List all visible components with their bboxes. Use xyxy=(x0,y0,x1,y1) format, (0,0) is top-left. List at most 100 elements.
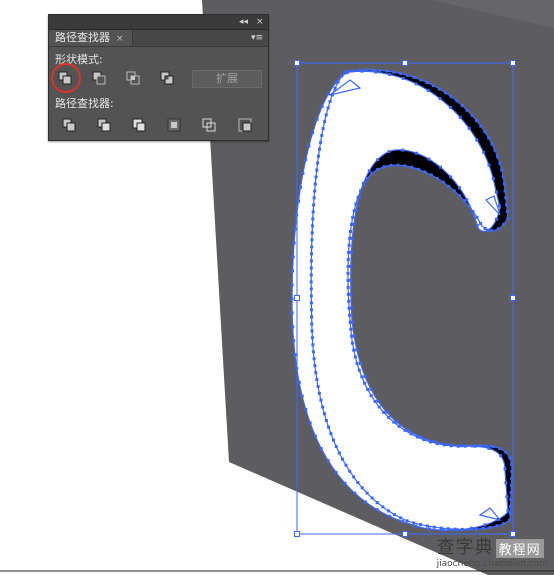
anchor-point[interactable] xyxy=(465,108,469,112)
anchor-point[interactable] xyxy=(406,428,410,432)
anchor-point[interactable] xyxy=(388,73,392,76)
anchor-point[interactable] xyxy=(344,463,348,467)
anchor-point[interactable] xyxy=(399,516,403,520)
anchor-point[interactable] xyxy=(425,81,429,84)
anchor-point[interactable] xyxy=(375,501,379,505)
anchor-point[interactable] xyxy=(309,287,313,291)
anchor-point[interactable] xyxy=(439,526,443,530)
anchor-point[interactable] xyxy=(389,164,393,167)
anchor-point[interactable] xyxy=(482,150,486,154)
anchor-point[interactable] xyxy=(343,481,347,485)
anchor-point[interactable] xyxy=(385,410,389,414)
anchor-point[interactable] xyxy=(504,196,508,200)
anchor-point[interactable] xyxy=(311,343,315,347)
anchor-point[interactable] xyxy=(490,142,494,146)
anchor-point[interactable] xyxy=(352,475,356,479)
anchor-point[interactable] xyxy=(346,257,350,261)
anchor-point[interactable] xyxy=(352,348,356,352)
anchor-point[interactable] xyxy=(332,438,335,442)
anchor-point[interactable] xyxy=(470,113,474,117)
anchor-point[interactable] xyxy=(320,133,324,137)
anchor-point[interactable] xyxy=(403,428,407,432)
anchor-point[interactable] xyxy=(376,167,380,171)
anchor-point[interactable] xyxy=(340,74,344,78)
anchor-point[interactable] xyxy=(334,445,338,449)
anchor-point[interactable] xyxy=(410,165,414,169)
anchor-point[interactable] xyxy=(350,236,354,240)
anchor-point[interactable] xyxy=(360,69,364,73)
anchor-point[interactable] xyxy=(431,84,435,88)
anchor-point[interactable] xyxy=(316,385,320,388)
anchor-point[interactable] xyxy=(356,195,360,199)
anchor-point[interactable] xyxy=(326,106,330,110)
anchor-point[interactable] xyxy=(310,238,314,242)
anchor-point[interactable] xyxy=(502,182,506,186)
tab-pathfinder[interactable]: 路径查找器 × xyxy=(49,30,133,46)
anchor-point[interactable] xyxy=(414,151,418,155)
anchor-point[interactable] xyxy=(311,224,314,228)
collapse-panel-icon[interactable]: ◂◂ xyxy=(239,15,248,29)
anchor-point[interactable] xyxy=(405,73,409,77)
anchor-point[interactable] xyxy=(348,313,352,317)
anchor-point[interactable] xyxy=(378,68,382,72)
anchor-point[interactable] xyxy=(348,320,352,324)
anchor-point[interactable] xyxy=(456,444,460,448)
anchor-point[interactable] xyxy=(328,100,332,103)
anchor-point[interactable] xyxy=(509,484,513,487)
anchor-point[interactable] xyxy=(313,364,317,368)
anchor-point[interactable] xyxy=(399,72,403,76)
anchor-point[interactable] xyxy=(346,285,350,289)
anchor-point[interactable] xyxy=(351,341,354,345)
anchor-point[interactable] xyxy=(321,127,325,131)
anchor-point[interactable] xyxy=(403,164,407,168)
anchor-point[interactable] xyxy=(401,148,405,152)
anchor-point[interactable] xyxy=(347,299,351,303)
anchor-point[interactable] xyxy=(353,491,357,495)
anchor-point[interactable] xyxy=(307,144,311,148)
anchor-point[interactable] xyxy=(308,421,312,425)
anchor-point[interactable] xyxy=(385,69,389,73)
anchor-point[interactable] xyxy=(330,93,334,97)
anchor-point[interactable] xyxy=(483,227,487,230)
anchor-point[interactable] xyxy=(484,444,488,448)
anchor-point[interactable] xyxy=(496,155,500,159)
anchor-point[interactable] xyxy=(321,405,325,409)
anchor-point[interactable] xyxy=(438,97,442,100)
anchor-point[interactable] xyxy=(457,194,461,198)
anchor-point[interactable] xyxy=(487,136,491,140)
anchor-point[interactable] xyxy=(502,222,506,226)
divide-button[interactable] xyxy=(59,116,79,134)
anchor-point[interactable] xyxy=(310,252,313,256)
expand-button[interactable]: 扩展 xyxy=(192,70,262,88)
anchor-point[interactable] xyxy=(347,250,351,254)
anchor-point[interactable] xyxy=(371,68,375,72)
anchor-point[interactable] xyxy=(349,230,352,233)
anchor-point[interactable] xyxy=(509,491,513,494)
anchor-point[interactable] xyxy=(347,306,351,310)
anchor-point[interactable] xyxy=(508,456,512,460)
anchor-point[interactable] xyxy=(419,435,422,439)
anchor-point[interactable] xyxy=(449,175,453,179)
anchor-point[interactable] xyxy=(356,481,360,484)
anchor-point[interactable] xyxy=(405,519,409,523)
anchor-point[interactable] xyxy=(435,442,439,446)
anchor-point[interactable] xyxy=(429,173,433,177)
anchor-point[interactable] xyxy=(350,334,354,338)
anchor-point[interactable] xyxy=(508,518,512,522)
anchor-point[interactable] xyxy=(455,99,459,103)
anchor-point[interactable] xyxy=(503,467,507,471)
anchor-point[interactable] xyxy=(292,241,296,245)
anchor-point[interactable] xyxy=(310,329,314,333)
anchor-point[interactable] xyxy=(387,415,391,419)
anchor-point[interactable] xyxy=(349,250,353,254)
anchor-point[interactable] xyxy=(477,444,481,448)
anchor-point[interactable] xyxy=(360,486,364,490)
anchor-point[interactable] xyxy=(452,189,456,193)
anchor-point[interactable] xyxy=(444,91,447,95)
anchor-point[interactable] xyxy=(498,447,502,451)
anchor-point[interactable] xyxy=(290,283,294,287)
anchor-point[interactable] xyxy=(502,522,505,526)
anchor-point[interactable] xyxy=(425,524,429,528)
anchor-point[interactable] xyxy=(419,78,423,82)
anchor-point[interactable] xyxy=(495,524,499,528)
